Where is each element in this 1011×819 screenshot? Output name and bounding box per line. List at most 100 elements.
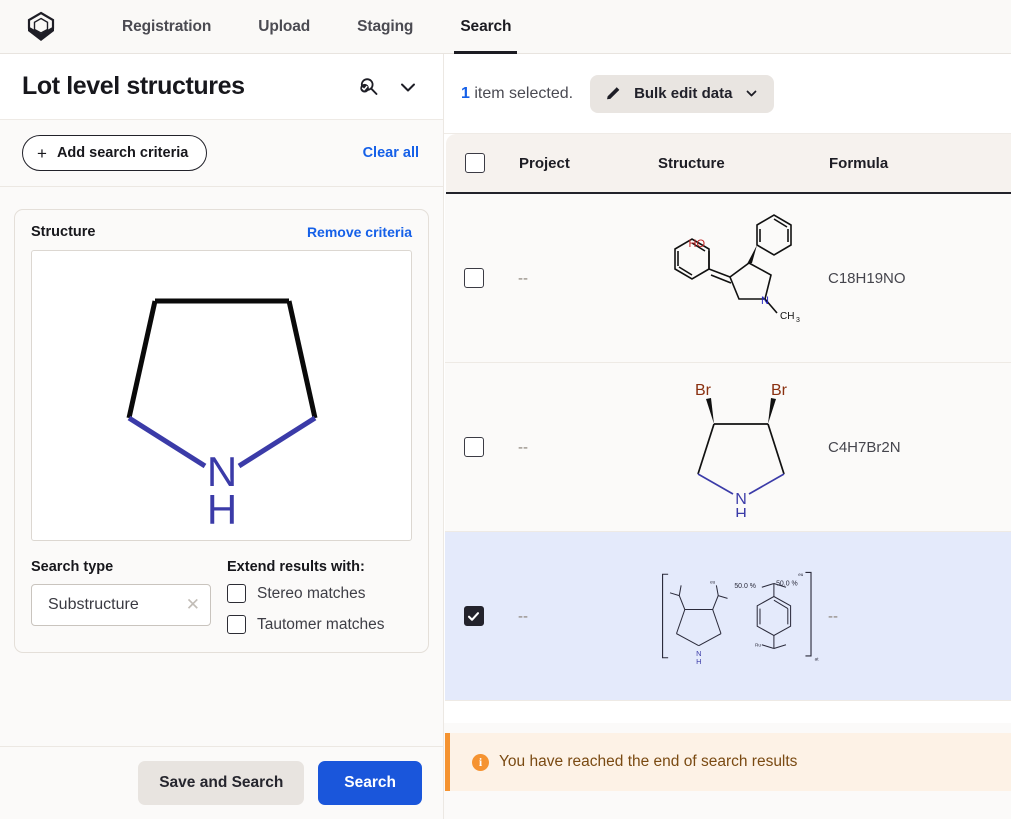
row-formula-value: --	[824, 608, 1011, 625]
left-panel-header: Lot level structures	[0, 54, 443, 120]
sketch-atom-label-h: H	[206, 486, 236, 526]
row-checkbox[interactable]	[464, 437, 484, 457]
structure-options: Search type Substructure ✕ Extend result…	[31, 559, 412, 634]
structure-image-c18h19no: HO N CH 3	[661, 203, 821, 353]
save-and-search-button[interactable]: Save and Search	[138, 761, 304, 805]
results-toolbar: 1 item selected. Bulk edit data	[444, 54, 1011, 134]
nav-item-staging[interactable]: Staging	[357, 0, 413, 54]
top-navigation-bar: Registration Upload Staging Search	[0, 0, 1011, 54]
nav-item-search[interactable]: Search	[460, 0, 511, 54]
saved-search-icon[interactable]	[357, 75, 381, 99]
chevron-down-icon[interactable]	[397, 76, 419, 98]
row-select-cell	[445, 606, 502, 626]
column-header-formula[interactable]: Formula	[825, 155, 1011, 172]
search-type-label: Search type	[31, 559, 227, 575]
search-results-panel: 1 item selected. Bulk edit data	[444, 54, 1011, 819]
table-row[interactable]: --	[445, 532, 1011, 701]
table-header-row: Project Structure Formula	[446, 134, 1011, 194]
selection-status-text: item selected.	[470, 85, 573, 102]
wedge-left	[706, 398, 714, 424]
left-panel-footer: Save and Search Search	[0, 746, 443, 819]
selection-status: 1 item selected.	[461, 85, 573, 103]
atom-label-ch3: CH	[780, 311, 794, 322]
structure-criteria-card: Structure Remove criteria N	[14, 209, 429, 653]
structure-criteria-title: Structure	[31, 224, 95, 240]
mixture-ratio-left: 50.0 %	[734, 583, 756, 590]
atom-label-small: eu	[710, 580, 716, 585]
table-row[interactable]: --	[445, 363, 1011, 532]
clear-all-button[interactable]: Clear all	[363, 145, 419, 161]
hexagon-cube-logo-icon	[24, 11, 58, 43]
info-icon: i	[472, 754, 489, 771]
search-type-value: Substructure	[48, 596, 139, 614]
row-project-value: --	[502, 439, 657, 456]
remove-criteria-button[interactable]: Remove criteria	[307, 224, 412, 240]
row-structure-cell[interactable]: Br Br N H	[657, 377, 824, 517]
atom-label-br-right: Br	[771, 382, 788, 399]
page-title: Lot level structures	[22, 72, 245, 101]
close-icon[interactable]: ✕	[186, 595, 200, 615]
tautomer-matches-option[interactable]: Tautomer matches	[227, 615, 385, 634]
pyrrolidine-sketch: N H	[97, 266, 347, 526]
stereo-matches-checkbox[interactable]	[227, 584, 246, 603]
nav-item-registration[interactable]: Registration	[122, 0, 211, 54]
structure-image-c4h7br2n: Br Br N H	[676, 377, 806, 517]
end-of-results-banner: i You have reached the end of search res…	[445, 733, 1011, 791]
atom-label-ch3-sub: 3	[796, 317, 800, 324]
row-select-cell	[445, 268, 502, 288]
saved-search-glyph	[357, 75, 381, 99]
bulk-edit-data-label: Bulk edit data	[634, 85, 732, 102]
structure-image-mixture: N H eu 50.0 %	[657, 561, 824, 671]
structure-criteria-header: Structure Remove criteria	[31, 224, 412, 240]
pencil-icon	[605, 85, 622, 102]
tautomer-matches-label: Tautomer matches	[257, 616, 385, 634]
atom-label-small: Ru	[755, 643, 761, 648]
row-project-value: --	[502, 608, 657, 625]
criteria-list: Structure Remove criteria N	[0, 187, 443, 746]
row-checkbox[interactable]	[464, 606, 484, 626]
chevron-down-glyph	[397, 76, 419, 98]
structure-sketcher-canvas[interactable]: N H	[31, 250, 412, 541]
row-project-value: --	[502, 270, 657, 287]
add-search-criteria-label: Add search criteria	[57, 145, 188, 161]
search-button[interactable]: Search	[318, 761, 422, 805]
end-of-results-banner-wrap: i You have reached the end of search res…	[444, 723, 1011, 819]
table-row[interactable]: --	[445, 194, 1011, 363]
chevron-down-icon	[744, 86, 759, 101]
row-structure-cell[interactable]: HO N CH 3	[657, 203, 824, 353]
bracket-subscript: at	[815, 657, 820, 662]
atom-label-n: N	[761, 295, 769, 307]
search-criteria-panel: Lot level structures	[0, 54, 444, 819]
stereo-matches-option[interactable]: Stereo matches	[227, 584, 385, 603]
atom-label-br-left: Br	[695, 382, 712, 399]
table-body: --	[445, 194, 1011, 723]
column-header-project[interactable]: Project	[503, 155, 658, 172]
mixture-ratio-right: 50.0 %	[776, 580, 798, 587]
atom-label-h: H	[735, 506, 747, 517]
nav-links: Registration Upload Staging Search	[122, 0, 511, 54]
tautomer-matches-checkbox[interactable]	[227, 615, 246, 634]
bulk-edit-data-button[interactable]: Bulk edit data	[590, 75, 774, 113]
check-icon	[467, 610, 480, 623]
row-checkbox[interactable]	[464, 268, 484, 288]
row-formula-value: C18H19NO	[824, 270, 1011, 287]
search-type-select[interactable]: Substructure ✕	[31, 584, 211, 626]
end-of-results-text: You have reached the end of search resul…	[499, 753, 797, 771]
results-table: Project Structure Formula --	[444, 134, 1011, 723]
search-type-group: Search type Substructure ✕	[31, 559, 227, 634]
row-structure-cell[interactable]: N H eu 50.0 %	[657, 561, 824, 671]
atom-label-ho: HO	[688, 238, 705, 250]
row-select-cell	[445, 437, 502, 457]
select-all-checkbox[interactable]	[465, 153, 485, 173]
app-root: Registration Upload Staging Search Lot l…	[0, 0, 1011, 819]
nav-item-upload[interactable]: Upload	[258, 0, 310, 54]
atom-label-small: eu	[798, 572, 804, 577]
wedge-right	[768, 398, 776, 424]
add-search-criteria-button[interactable]: + Add search criteria	[22, 135, 207, 171]
column-header-structure[interactable]: Structure	[658, 155, 825, 172]
app-logo[interactable]	[22, 9, 60, 45]
select-all-cell	[446, 153, 503, 173]
row-formula-value: C4H7Br2N	[824, 439, 1011, 456]
criteria-toolbar: + Add search criteria Clear all	[0, 120, 443, 187]
extend-results-checkboxes: Stereo matches Tautomer matches	[227, 584, 385, 634]
